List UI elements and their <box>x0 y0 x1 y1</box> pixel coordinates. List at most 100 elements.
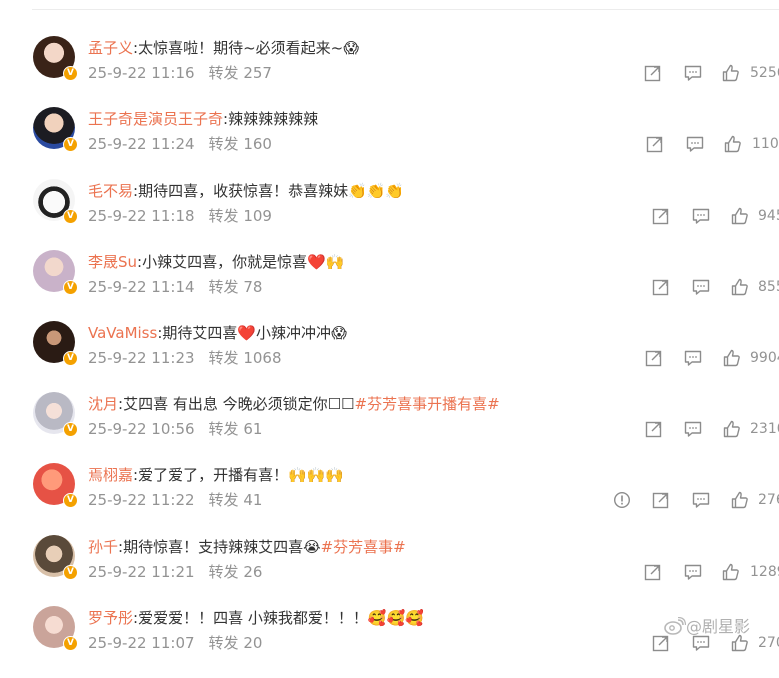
like-count: 5256 <box>750 65 779 81</box>
comment-text-line: VaVaMiss:期待艾四喜❤️小辣冲冲冲😱 <box>88 321 347 345</box>
verified-badge-icon: V <box>63 137 78 152</box>
avatar[interactable]: V <box>33 179 78 224</box>
avatar[interactable]: V <box>33 535 78 580</box>
like-count: 2310 <box>750 421 779 437</box>
share-icon[interactable] <box>652 207 670 225</box>
avatar[interactable]: V <box>33 36 78 81</box>
emoji-group: 😱 <box>343 39 359 57</box>
verified-badge-icon: V <box>63 66 78 81</box>
comment-icon[interactable] <box>684 420 702 438</box>
username-link[interactable]: 孙千 <box>88 538 118 556</box>
timestamp: 25-9-22 11:18 <box>88 207 195 225</box>
thumbs-up-icon[interactable] <box>723 420 741 438</box>
comment-icon[interactable] <box>692 491 710 509</box>
verified-badge-icon: V <box>63 422 78 437</box>
timestamp: 25-9-22 11:24 <box>88 135 195 153</box>
timestamp: 25-9-22 11:23 <box>88 349 195 367</box>
report-icon[interactable] <box>613 491 631 509</box>
emoji-group: 😱 <box>331 324 347 342</box>
username-link[interactable]: 沈月 <box>88 395 118 413</box>
comment-text-line: 孟子义:太惊喜啦！期待~必须看起来~😱 <box>88 36 359 60</box>
comment-row: V 毛不易:期待四喜，收获惊喜！恭喜辣妹👏👏👏 25-9-22 11:18 转发 … <box>0 179 779 251</box>
timestamp: 25-9-22 11:22 <box>88 491 195 509</box>
share-icon[interactable] <box>645 420 663 438</box>
comment-meta: 25-9-22 11:07 转发 20 <box>88 632 262 654</box>
thumbs-up-icon[interactable] <box>731 207 749 225</box>
comment-icon[interactable] <box>692 207 710 225</box>
comment-row: V 沈月:艾四喜 有出息 今晚必须锁定你☐☐#芬芳喜事开播有喜# 25-9-22… <box>0 392 779 464</box>
comment-meta: 25-9-22 11:18 转发 109 <box>88 205 272 227</box>
comment-row: V 李晟Su:小辣艾四喜，你就是惊喜❤️🙌 25-9-22 11:14 转发 78… <box>0 250 779 322</box>
username-link[interactable]: 罗予彤 <box>88 609 133 627</box>
username-link[interactable]: 王子奇是演员王子奇 <box>88 110 223 128</box>
avatar[interactable]: V <box>33 463 78 508</box>
username-link[interactable]: 焉栩嘉 <box>88 466 133 484</box>
emoji-group: 🥰🥰🥰 <box>367 609 424 627</box>
timestamp: 25-9-22 11:07 <box>88 634 195 652</box>
comment-row: V 孟子义:太惊喜啦！期待~必须看起来~😱 25-9-22 11:16 转发 25… <box>0 36 779 108</box>
repost-count: 转发 26 <box>208 563 263 581</box>
comment-row: V VaVaMiss:期待艾四喜❤️小辣冲冲冲😱 25-9-22 11:23 转发… <box>0 321 779 393</box>
avatar[interactable]: V <box>33 107 78 152</box>
comment-row: V 焉栩嘉:爱了爱了，开播有喜！🙌🙌🙌 25-9-22 11:22 转发 41 2… <box>0 463 779 535</box>
comment-text-line: 毛不易:期待四喜，收获惊喜！恭喜辣妹👏👏👏 <box>88 179 404 203</box>
repost-count: 转发 20 <box>208 634 263 652</box>
hashtag-link[interactable]: #芬芳喜事# <box>321 538 406 556</box>
comment-icon[interactable] <box>684 349 702 367</box>
comment-meta: 25-9-22 11:22 转发 41 <box>88 489 262 511</box>
comment-text: :期待四喜，收获惊喜！恭喜辣妹 <box>133 182 349 200</box>
thumbs-up-icon[interactable] <box>723 349 741 367</box>
avatar[interactable]: V <box>33 250 78 295</box>
comment-icon[interactable] <box>692 278 710 296</box>
emoji-group: 🙌🙌🙌 <box>288 466 345 484</box>
comment-meta: 25-9-22 11:24 转发 160 <box>88 133 272 155</box>
avatar[interactable]: V <box>33 392 78 437</box>
comment-meta: 25-9-22 10:56 转发 61 <box>88 418 262 440</box>
emoji-group: ❤️🙌 <box>307 253 345 271</box>
repost-count: 转发 78 <box>208 278 263 296</box>
like-count: 276 <box>758 492 779 508</box>
thumbs-up-icon[interactable] <box>722 64 740 82</box>
comment-text: :小辣艾四喜，你就是惊喜 <box>137 253 308 271</box>
share-icon[interactable] <box>645 349 663 367</box>
username-link[interactable]: 李晟Su <box>88 253 137 271</box>
share-icon[interactable] <box>646 135 664 153</box>
comment-icon[interactable] <box>684 563 702 581</box>
comment-icon[interactable] <box>684 64 702 82</box>
share-icon[interactable] <box>652 278 670 296</box>
timestamp: 25-9-22 11:21 <box>88 563 195 581</box>
hashtag-link[interactable]: #芬芳喜事开播有喜# <box>355 395 500 413</box>
comment-meta: 25-9-22 11:14 转发 78 <box>88 276 262 298</box>
username-link[interactable]: 毛不易 <box>88 182 133 200</box>
comment-text: :艾四喜 有出息 今晚必须锁定你☐☐ <box>118 395 355 413</box>
username-link[interactable]: VaVaMiss <box>88 324 157 342</box>
thumbs-up-icon[interactable] <box>724 135 742 153</box>
comment-icon[interactable] <box>686 135 704 153</box>
repost-count: 转发 41 <box>208 491 263 509</box>
repost-count: 转发 61 <box>208 420 263 438</box>
like-count: 9904 <box>750 350 779 366</box>
comment-row: V 孙千:期待惊喜！支持辣辣艾四喜😭#芬芳喜事# 25-9-22 11:21 转发… <box>0 535 779 607</box>
avatar[interactable]: V <box>33 606 78 651</box>
comment-meta: 25-9-22 11:23 转发 1068 <box>88 347 282 369</box>
comment-text-line: 王子奇是演员王子奇:辣辣辣辣辣辣 <box>88 107 318 131</box>
username-link[interactable]: 孟子义 <box>88 39 133 57</box>
comment-text: :期待艾四喜❤️小辣冲冲冲 <box>157 324 332 342</box>
comment-text-line: 罗予彤:爱爱爱！！四喜 小辣我都爱！！！🥰🥰🥰 <box>88 606 424 630</box>
thumbs-up-icon[interactable] <box>731 278 749 296</box>
thumbs-up-icon[interactable] <box>722 563 740 581</box>
timestamp: 25-9-22 10:56 <box>88 420 195 438</box>
like-count: 1106 <box>752 136 779 152</box>
thumbs-up-icon[interactable] <box>731 491 749 509</box>
verified-badge-icon: V <box>63 351 78 366</box>
verified-badge-icon: V <box>63 565 78 580</box>
comment-text: :期待惊喜！支持辣辣艾四喜😭 <box>118 538 321 556</box>
like-count: 270 <box>758 635 779 651</box>
avatar[interactable]: V <box>33 321 78 366</box>
share-icon[interactable] <box>644 563 662 581</box>
repost-count: 转发 160 <box>208 135 272 153</box>
top-divider <box>32 9 779 10</box>
share-icon[interactable] <box>652 491 670 509</box>
repost-count: 转发 1068 <box>208 349 282 367</box>
share-icon[interactable] <box>644 64 662 82</box>
